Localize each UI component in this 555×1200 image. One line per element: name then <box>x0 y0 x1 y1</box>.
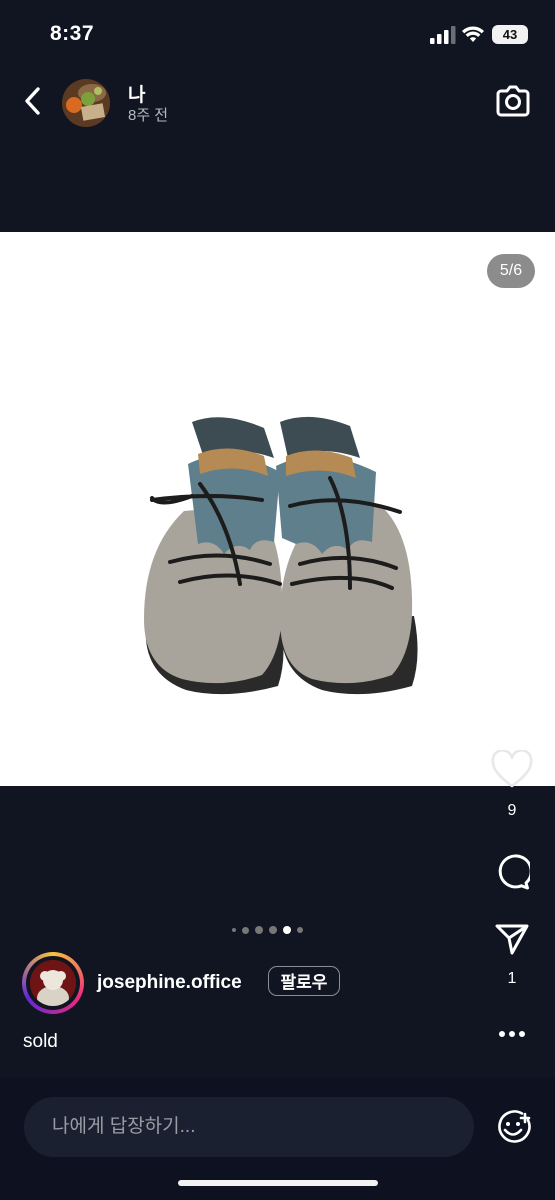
comment-icon[interactable] <box>494 854 530 890</box>
carousel-dot <box>255 926 263 934</box>
share-count: 1 <box>507 970 517 987</box>
carousel-dot-active <box>283 926 291 934</box>
poster-avatar[interactable] <box>30 960 76 1006</box>
poster-username[interactable]: josephine.office <box>97 972 242 994</box>
wifi-icon <box>462 26 484 42</box>
back-chevron-icon[interactable] <box>20 84 46 118</box>
more-icon[interactable] <box>498 1024 526 1044</box>
story-timestamp: 8주 전 <box>128 107 169 124</box>
reply-input[interactable] <box>24 1097 474 1157</box>
home-indicator <box>178 1180 378 1186</box>
carousel-dot <box>269 926 277 934</box>
battery-indicator: 43 <box>492 25 528 44</box>
shoes-product-image <box>144 416 418 695</box>
sticker-icon[interactable] <box>495 1108 533 1146</box>
story-avatar[interactable] <box>62 79 110 127</box>
camera-icon[interactable] <box>494 82 532 120</box>
post-caption: sold <box>23 1031 58 1052</box>
carousel-dot <box>242 926 249 934</box>
status-time: 8:37 <box>50 22 95 45</box>
share-icon[interactable] <box>494 922 530 956</box>
avatar-image <box>30 960 76 1006</box>
cellular-signal-icon <box>430 26 456 44</box>
heart-icon[interactable] <box>490 750 534 790</box>
like-count: 9 <box>507 802 517 819</box>
image-counter-badge: 5/6 <box>487 254 535 288</box>
carousel-dot <box>297 927 303 933</box>
carousel-dot <box>232 928 236 932</box>
story-owner-name[interactable]: 나 <box>128 80 145 107</box>
avatar-image <box>62 79 110 127</box>
follow-button[interactable]: 팔로우 <box>268 966 340 996</box>
carousel-indicator <box>232 924 312 936</box>
